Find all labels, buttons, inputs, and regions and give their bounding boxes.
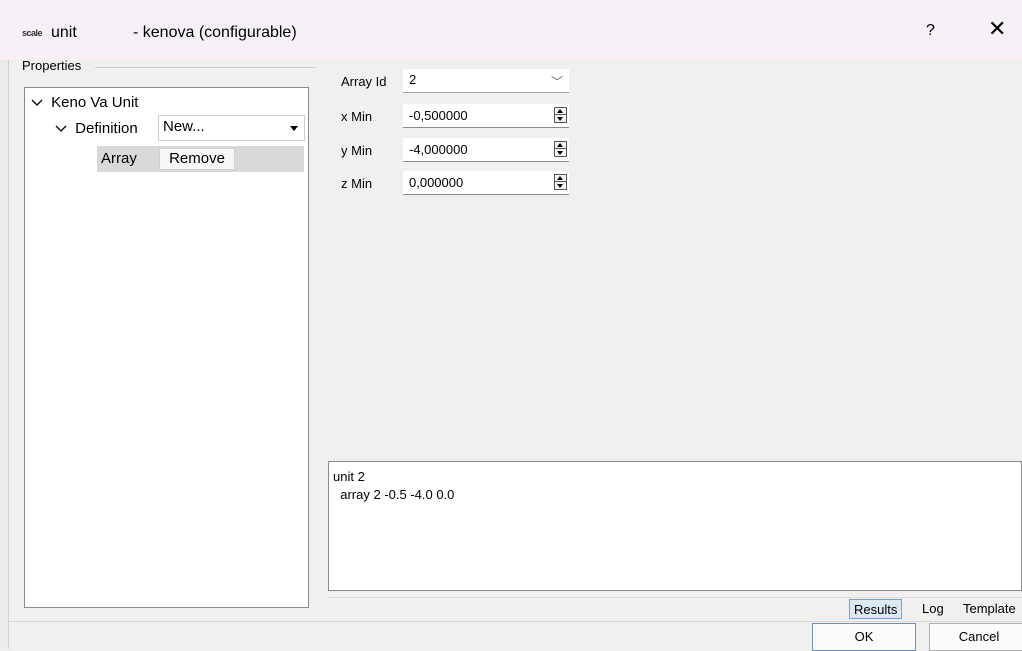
z-min-label: z Min xyxy=(341,176,373,191)
tree-item-definition[interactable]: Definition xyxy=(55,120,138,137)
tree-item-array-label: Array xyxy=(101,150,137,167)
ok-button[interactable]: OK xyxy=(812,623,916,651)
z-min-value: 0,000000 xyxy=(409,175,464,190)
definition-select[interactable]: New... xyxy=(158,115,305,141)
tree-item-definition-label: Definition xyxy=(75,120,138,137)
title-bar: scale unit - kenova (configurable) ? ✕ xyxy=(0,0,1022,60)
chevron-down-icon: ﹀ xyxy=(550,75,563,89)
window-title: unit xyxy=(51,24,77,41)
tree-item-root[interactable]: Keno Va Unit xyxy=(31,94,138,111)
dropdown-arrow-icon xyxy=(290,126,298,131)
x-min-label: x Min xyxy=(341,109,373,124)
properties-tree[interactable]: Keno Va Unit Definition New... Array Rem… xyxy=(24,87,309,608)
tab-log[interactable]: Log xyxy=(918,599,948,619)
spin-arrows-icon[interactable] xyxy=(554,174,567,190)
definition-select-value: New... xyxy=(163,118,205,135)
spin-arrows-icon[interactable] xyxy=(554,107,567,123)
tree-item-array[interactable]: Array Remove xyxy=(97,146,304,172)
group-divider xyxy=(95,67,315,68)
scale-app-icon: scale xyxy=(22,28,43,38)
cancel-button[interactable]: Cancel xyxy=(929,623,1022,651)
chevron-down-icon[interactable] xyxy=(55,125,67,133)
spin-arrows-icon[interactable] xyxy=(554,141,567,157)
footer-divider xyxy=(8,621,1022,622)
tree-item-root-label: Keno Va Unit xyxy=(51,94,139,111)
close-button[interactable]: ✕ xyxy=(988,16,1006,42)
help-button[interactable]: ? xyxy=(926,22,935,40)
remove-button[interactable]: Remove xyxy=(159,148,235,170)
properties-group-label: Properties xyxy=(22,58,82,73)
output-text-area[interactable]: unit 2 array 2 -0.5 -4.0 0.0 xyxy=(328,461,1022,591)
tab-template[interactable]: Template xyxy=(959,599,1020,619)
array-id-select[interactable]: 2 ﹀ xyxy=(403,69,569,93)
window-edge xyxy=(0,60,9,649)
array-id-value: 2 xyxy=(409,72,417,87)
x-min-spinbox[interactable]: -0,500000 xyxy=(403,104,569,128)
y-min-spinbox[interactable]: -4,000000 xyxy=(403,138,569,162)
chevron-down-icon[interactable] xyxy=(31,99,43,107)
y-min-label: y Min xyxy=(341,143,373,158)
window-subtitle: - kenova (configurable) xyxy=(133,24,297,41)
z-min-spinbox[interactable]: 0,000000 xyxy=(403,171,569,195)
x-min-value: -0,500000 xyxy=(409,108,468,123)
array-id-label: Array Id xyxy=(341,74,387,89)
y-min-value: -4,000000 xyxy=(409,142,468,157)
tab-results[interactable]: Results xyxy=(849,599,903,619)
